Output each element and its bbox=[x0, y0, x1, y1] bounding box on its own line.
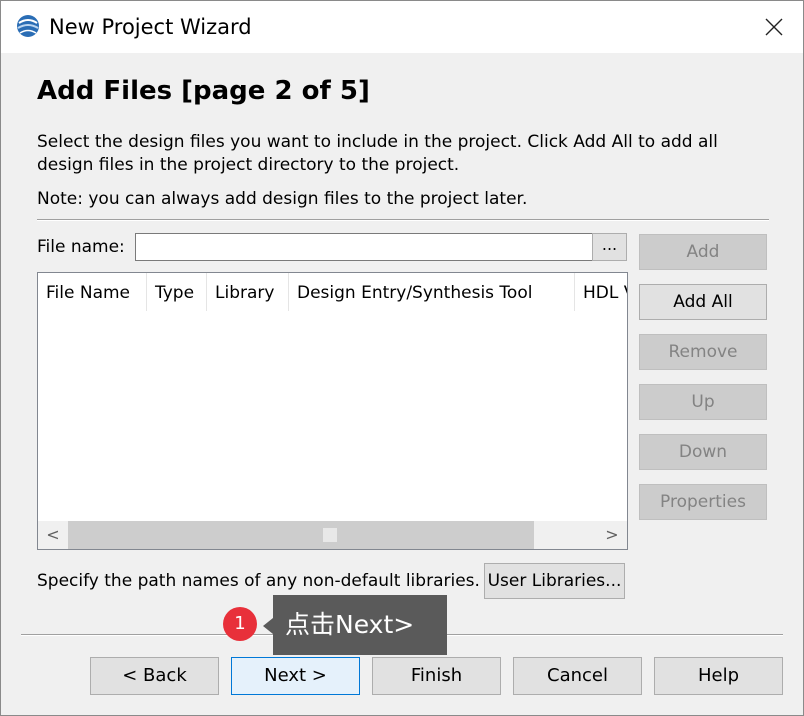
page-title: Add Files [page 2 of 5] bbox=[37, 76, 370, 106]
help-button[interactable]: Help bbox=[654, 657, 783, 695]
scroll-left-icon[interactable]: < bbox=[38, 521, 68, 549]
add-button[interactable]: Add bbox=[639, 234, 767, 270]
back-button[interactable]: < Back bbox=[90, 657, 219, 695]
instruction-tooltip: 点击Next> bbox=[273, 595, 447, 655]
finish-button[interactable]: Finish bbox=[372, 657, 501, 695]
column-header-design-entry[interactable]: Design Entry/Synthesis Tool bbox=[289, 273, 575, 311]
next-button[interactable]: Next > bbox=[231, 657, 360, 695]
file-name-label: File name: bbox=[37, 237, 125, 257]
page-note: Note: you can always add design files to… bbox=[37, 189, 528, 209]
remove-button[interactable]: Remove bbox=[639, 334, 767, 370]
libraries-label: Specify the path names of any non-defaul… bbox=[37, 571, 480, 591]
user-libraries-button[interactable]: User Libraries... bbox=[484, 563, 625, 599]
tooltip-pointer bbox=[263, 618, 273, 634]
page-description: Select the design files you want to incl… bbox=[37, 132, 718, 175]
up-button[interactable]: Up bbox=[639, 384, 767, 420]
column-header-type[interactable]: Type bbox=[147, 273, 207, 311]
scroll-thumb[interactable] bbox=[323, 528, 337, 542]
scroll-track[interactable] bbox=[68, 521, 534, 549]
properties-button[interactable]: Properties bbox=[639, 484, 767, 520]
close-button[interactable] bbox=[757, 11, 791, 43]
top-divider bbox=[37, 219, 769, 221]
wizard-window: New Project Wizard Add Files [page 2 of … bbox=[0, 0, 804, 716]
column-header-library[interactable]: Library bbox=[207, 273, 289, 311]
browse-button[interactable]: ... bbox=[592, 233, 627, 261]
down-button[interactable]: Down bbox=[639, 434, 767, 470]
file-name-input[interactable] bbox=[135, 233, 597, 261]
title-bar: New Project Wizard bbox=[1, 1, 803, 53]
column-header-file-name[interactable]: File Name bbox=[38, 273, 147, 311]
files-table[interactable]: File Name Type Library Design Entry/Synt… bbox=[37, 272, 628, 550]
window-title: New Project Wizard bbox=[49, 15, 252, 39]
scroll-right-icon[interactable]: > bbox=[597, 521, 627, 549]
add-all-button[interactable]: Add All bbox=[639, 284, 767, 320]
step-badge: 1 bbox=[223, 607, 257, 641]
quartus-globe-icon bbox=[15, 13, 41, 39]
cancel-button[interactable]: Cancel bbox=[513, 657, 642, 695]
close-icon bbox=[765, 18, 783, 36]
horizontal-scrollbar[interactable]: < > bbox=[38, 521, 627, 549]
column-header-hdl-version[interactable]: HDL Version bbox=[575, 273, 627, 311]
